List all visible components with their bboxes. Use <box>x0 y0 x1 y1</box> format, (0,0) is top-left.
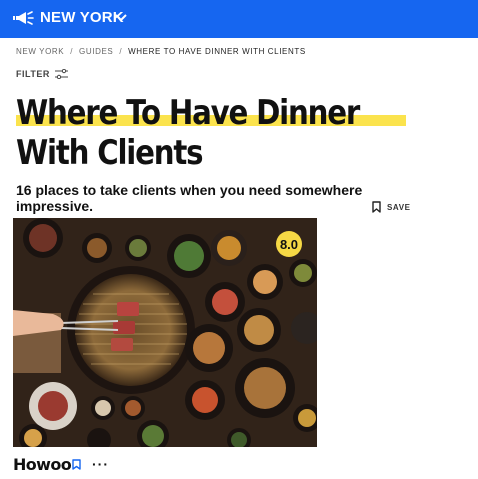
megaphone-icon[interactable] <box>13 10 35 26</box>
save-label: SAVE <box>387 202 411 212</box>
sliders-icon <box>54 69 68 79</box>
restaurant-name[interactable]: Howoo <box>13 455 72 474</box>
breadcrumb-separator: / <box>70 47 74 56</box>
breadcrumb-current: WHERE TO HAVE DINNER WITH CLIENTS <box>128 47 306 56</box>
restaurant-photo-illustration <box>13 218 317 447</box>
breadcrumb-separator: / <box>119 47 123 56</box>
city-selector-label[interactable]: NEW YORK <box>40 10 124 26</box>
filter-button[interactable]: FILTER <box>16 69 68 79</box>
page-title-block: Where To Have Dinner With Clients <box>16 93 416 173</box>
save-button[interactable]: SAVE <box>372 201 411 213</box>
rating-badge: 8.0 <box>276 231 302 257</box>
more-options-button[interactable]: ··· <box>92 456 109 472</box>
page-title: Where To Have Dinner With Clients <box>16 93 360 173</box>
page-subtitle: 16 places to take clients when you need … <box>16 182 363 214</box>
breadcrumb: NEW YORK / GUIDES / WHERE TO HAVE DINNER WIT… <box>16 47 306 56</box>
restaurant-photo[interactable] <box>13 218 317 447</box>
bookmark-icon <box>372 201 381 213</box>
top-nav-bar: NEW YORK <box>0 0 478 38</box>
breadcrumb-new-york[interactable]: NEW YORK <box>16 47 64 56</box>
page-title-line-2: With Clients <box>16 133 204 173</box>
bookmark-icon[interactable] <box>72 459 81 470</box>
page-title-line-1: Where To Have Dinner <box>16 93 360 133</box>
breadcrumb-guides[interactable]: GUIDES <box>79 47 113 56</box>
filter-label: FILTER <box>16 69 50 79</box>
chevron-down-icon[interactable] <box>115 13 127 23</box>
